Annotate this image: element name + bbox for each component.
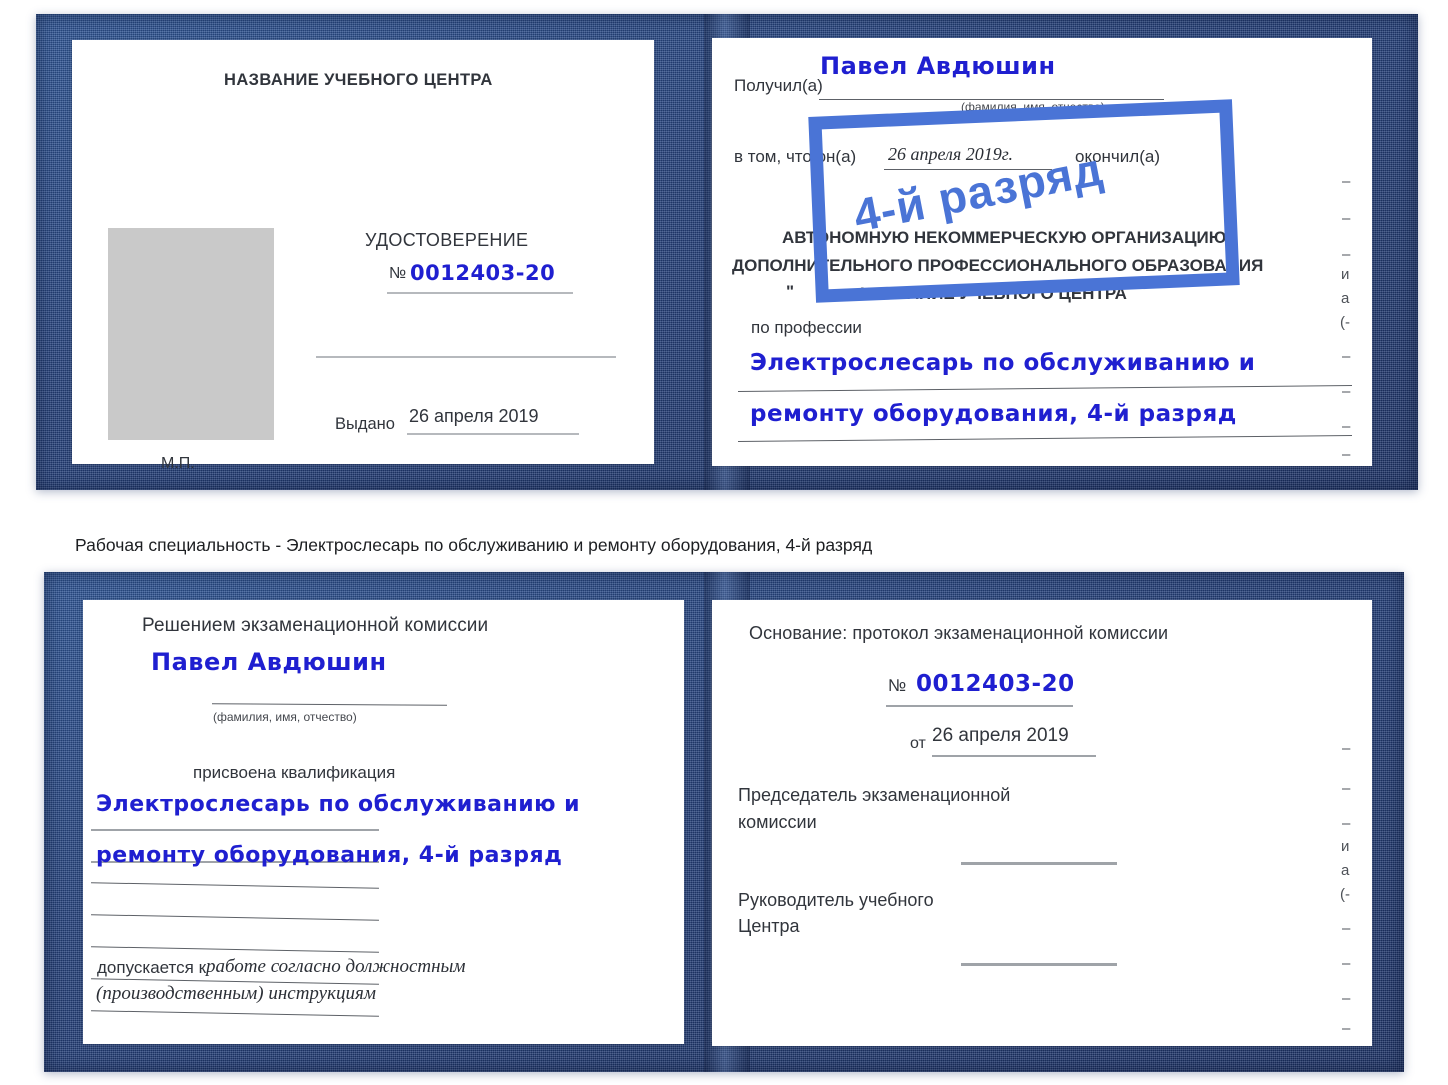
bottom-left-rule-5 [91,946,379,953]
top-left-blank-rule [316,356,616,358]
bottom-left-heading: Решением экзаменационной комиссии [142,615,489,636]
bottom-left-name-value: Павел Авдюшин [151,648,387,676]
bottom-right-date-value: 26 апреля 2019 [932,725,1069,746]
bottom-left-name-rule [211,703,448,706]
bottom-right-number-rule [886,705,1073,707]
bottom-edge-mark-9: – [1342,990,1351,1007]
bottom-edge-mark-10: – [1342,1020,1351,1037]
top-left-doc-title: УДОСТОВЕРЕНИЕ [365,230,529,250]
bottom-right-date-rule [932,755,1096,757]
top-left-issued-value: 26 апреля 2019 [409,406,539,426]
edge-mark-10: – [1342,446,1351,463]
bottom-right-date-label: от [910,735,926,752]
photo-placeholder [108,228,274,440]
bottom-left-admitted-line2: (производственным) инструкциям [96,983,376,1004]
bottom-left-rule-3 [91,882,379,889]
bottom-edge-mark-3: – [1342,815,1351,832]
edge-mark-4: и [1341,266,1350,283]
bottom-left-qualification-line1: Электрослесарь по обслуживанию и [96,792,581,817]
page-caption: Рабочая специальность - Электрослесарь п… [75,535,873,555]
edge-mark-9: – [1342,418,1351,435]
top-right-profession-rule2 [738,435,1352,442]
bottom-left-page: Решением экзаменационной комиссии Павел … [83,600,684,1044]
bottom-edge-mark-7: – [1342,920,1351,937]
bottom-left-qualification-line2: ремонту оборудования, 4-й разряд [96,843,563,868]
bottom-right-director-sign-rule [961,963,1117,966]
bottom-right-page: Основание: протокол экзаменационной коми… [712,600,1372,1046]
bottom-left-admitted-label: допускается к [97,958,207,977]
bottom-right-chairman-line1: Председатель экзаменационной [738,785,1011,805]
bottom-left-rule-7 [91,1010,379,1017]
edge-mark-5: а [1341,290,1350,307]
bottom-right-basis-label: Основание: протокол экзаменационной коми… [749,623,1169,643]
top-left-seal-label: М.П. [161,455,195,472]
top-left-org-title: НАЗВАНИЕ УЧЕБНОГО ЦЕНТРА [224,71,493,89]
bottom-right-chairman-line2: комиссии [738,812,817,832]
top-right-fio-hint: (фамилия, имя, отчество) [961,100,1105,114]
bottom-edge-mark-5: а [1341,862,1350,879]
top-right-profession-label: по профессии [751,318,862,337]
bottom-left-admitted-line1: работе согласно должностным [206,956,466,977]
bottom-right-number-value: 0012403-20 [916,671,1075,697]
top-right-profession-line1: Электрослесарь по обслуживанию и [750,350,1256,376]
screenshot-root: НАЗВАНИЕ УЧЕБНОГО ЦЕНТРА М.П. УДОСТОВЕРЕ… [0,0,1448,1085]
top-right-quote-open: " [786,282,795,301]
top-right-profession-rule1 [738,385,1352,392]
top-right-profession-line2: ремонту оборудования, 4-й разряд [750,401,1237,427]
top-left-number-symbol: № [389,265,407,282]
bottom-right-director-line1: Руководитель учебного [738,890,934,910]
top-left-issued-label: Выдано [335,415,395,433]
edge-mark-3: – [1342,246,1351,263]
bottom-left-fio-hint: (фамилия, имя, отчество) [213,710,357,724]
top-right-org-line1: АВТОНОМНУЮ НЕКОММЕРЧЕСКУЮ ОРГАНИЗАЦИЮ [782,228,1227,247]
top-right-quote-close: " [1206,278,1215,297]
top-right-received-value: Павел Авдюшин [820,52,1056,80]
bottom-edge-mark-8: – [1342,955,1351,972]
bottom-left-rule-1 [91,829,379,831]
bottom-right-number-symbol: № [888,676,907,695]
top-left-number-value: 0012403-20 [410,261,556,285]
edge-mark-8: – [1342,383,1351,400]
edge-mark-2: – [1342,210,1351,227]
top-left-issued-rule [407,433,579,435]
bottom-edge-mark-2: – [1342,780,1351,797]
bottom-edge-mark-1: – [1342,740,1351,757]
bottom-left-rule-4 [91,914,379,921]
bottom-right-chairman-sign-rule [961,862,1117,865]
bottom-left-qualification-label: присвоена квалификация [193,763,396,782]
edge-mark-6: (- [1340,314,1350,331]
top-right-received-label: Получил(а) [734,76,823,95]
top-right-org-line2: ДОПОЛНИТЕЛЬНОГО ПРОФЕССИОНАЛЬНОГО ОБРАЗО… [732,256,1264,275]
bottom-edge-mark-4: и [1341,838,1350,855]
top-left-page: НАЗВАНИЕ УЧЕБНОГО ЦЕНТРА М.П. УДОСТОВЕРЕ… [72,40,654,472]
top-right-org-line3: НАЗВАНИЕ УЧЕБНОГО ЦЕНТРА [860,284,1127,303]
edge-mark-7: – [1342,348,1351,365]
bottom-edge-mark-6: (- [1340,886,1350,903]
top-right-inthat-label: в том, что он(а) [734,147,857,166]
edge-mark-1: – [1342,173,1351,190]
bottom-right-director-line2: Центра [738,916,800,936]
top-left-number-rule [387,292,573,294]
top-right-page: Получил(а) Павел Авдюшин (фамилия, имя, … [712,38,1372,466]
